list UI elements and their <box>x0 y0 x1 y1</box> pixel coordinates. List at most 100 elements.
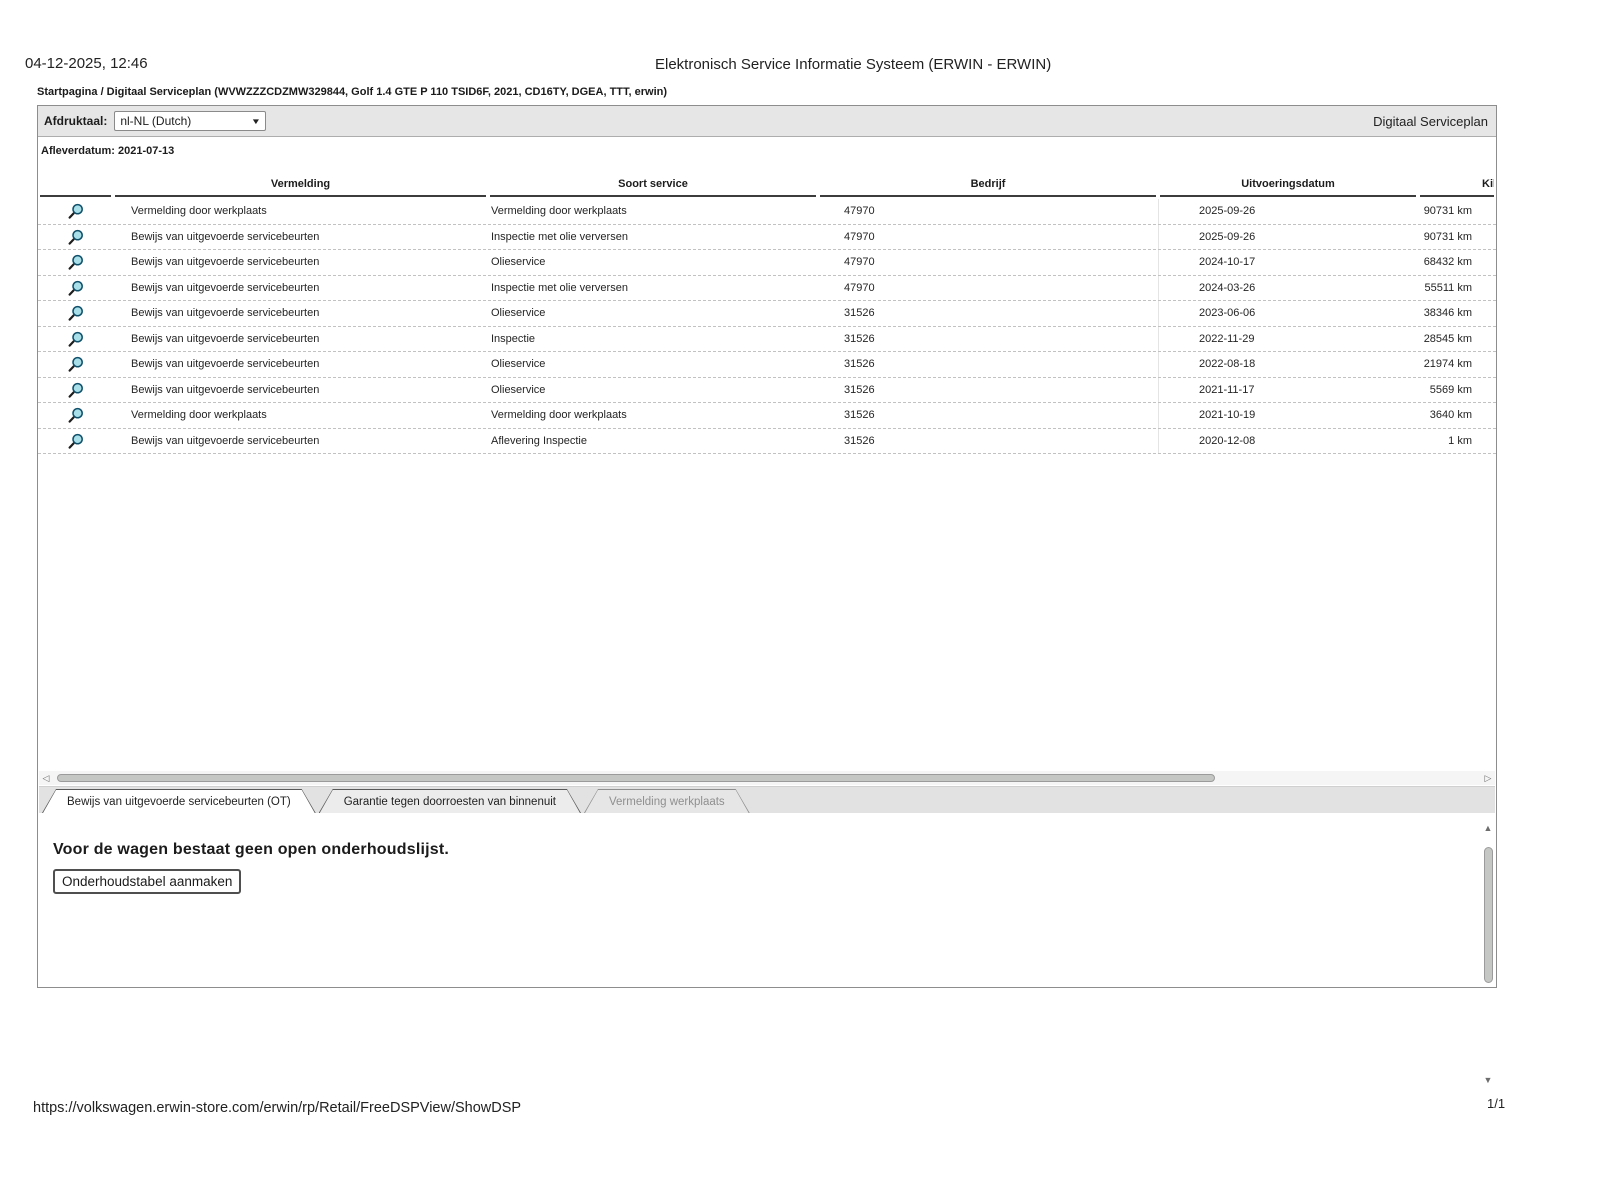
cell-soort-service: Inspectie met olie verversen <box>491 230 628 243</box>
scroll-up-icon[interactable]: ▲ <box>1484 821 1493 835</box>
cell-bedrijf: 47970 <box>844 205 875 218</box>
cell-vermelding: Bewijs van uitgevoerde servicebeurten <box>131 332 320 345</box>
vertical-scrollbar[interactable]: ▲ ▼ <box>1481 821 1495 1087</box>
cell-kilometerstand: 5569 km <box>1429 383 1472 396</box>
print-datetime: 04-12-2025, 12:46 <box>25 55 148 72</box>
cell-kilometerstand: 90731 km <box>1423 230 1472 243</box>
cell-soort-service: Vermelding door werkplaats <box>491 409 627 422</box>
magnifier-icon[interactable] <box>66 380 86 400</box>
cell-uitvoeringsdatum: 2024-10-17 <box>1158 250 1418 275</box>
cell-bedrijf: 31526 <box>844 332 875 345</box>
table-row: Bewijs van uitgevoerde servicebeurten Af… <box>38 428 1496 454</box>
cell-bedrijf: 31526 <box>844 434 875 447</box>
col-header-bedrijf: Bedrijf <box>820 178 1156 197</box>
cell-uitvoeringsdatum: 2023-06-06 <box>1158 301 1418 326</box>
panel-title: Digitaal Serviceplan <box>1373 113 1488 129</box>
cell-uitvoeringsdatum: 2022-08-18 <box>1158 352 1418 377</box>
cell-vermelding: Bewijs van uitgevoerde servicebeurten <box>131 383 320 396</box>
col-header-kilometerstand: Kilo <box>1420 178 1494 197</box>
scroll-down-icon[interactable]: ▼ <box>1484 1073 1493 1087</box>
cell-kilometerstand: 68432 km <box>1423 256 1472 269</box>
table-row: Bewijs van uitgevoerde servicebeurten Ol… <box>38 250 1496 276</box>
cell-uitvoeringsdatum: 2020-12-08 <box>1158 428 1418 453</box>
cell-soort-service: Inspectie met olie verversen <box>491 281 628 294</box>
table-row: Bewijs van uitgevoerde servicebeurten In… <box>38 326 1496 352</box>
cell-vermelding: Bewijs van uitgevoerde servicebeurten <box>131 434 320 447</box>
tab-label: Vermelding werkplaats <box>585 790 749 813</box>
service-table-body: Vermelding door werkplaats Vermelding do… <box>38 199 1496 454</box>
magnifier-icon[interactable] <box>66 354 86 374</box>
table-row: Bewijs van uitgevoerde servicebeurten Ol… <box>38 377 1496 403</box>
cell-uitvoeringsdatum: 2022-11-29 <box>1158 326 1418 351</box>
table-row: Bewijs van uitgevoerde servicebeurten In… <box>38 224 1496 250</box>
table-row: Vermelding door werkplaats Vermelding do… <box>38 199 1496 225</box>
tab-bewijs-van-uitgevoerde-servicebeurten-ot[interactable]: Bewijs van uitgevoerde servicebeurten (O… <box>42 789 316 813</box>
cell-bedrijf: 47970 <box>844 281 875 294</box>
cell-soort-service: Olieservice <box>491 383 546 396</box>
cell-bedrijf: 47970 <box>844 230 875 243</box>
cell-vermelding: Bewijs van uitgevoerde servicebeurten <box>131 256 320 269</box>
magnifier-icon[interactable] <box>66 431 86 451</box>
serviceplan-frame: Afdruktaal: nl-NL (Dutch) ▼ Digitaal Ser… <box>37 105 1497 1085</box>
cell-soort-service: Inspectie <box>491 332 536 345</box>
scroll-right-icon[interactable]: ▷ <box>1481 771 1495 785</box>
col-header-vermelding: Vermelding <box>115 178 486 197</box>
cell-kilometerstand: 90731 km <box>1423 205 1472 218</box>
magnifier-icon[interactable] <box>66 329 86 349</box>
tab-vermelding-werkplaats[interactable]: Vermelding werkplaats <box>584 789 750 813</box>
cell-kilometerstand: 1 km <box>1448 434 1472 447</box>
cell-uitvoeringsdatum: 2024-03-26 <box>1158 275 1418 300</box>
col-header-icon <box>40 190 111 197</box>
no-open-maintenance-message: Voor de wagen bestaat geen open onderhou… <box>53 841 450 858</box>
magnifier-icon[interactable] <box>66 201 86 221</box>
page-number: 1/1 <box>1487 1096 1506 1111</box>
open-maintenance-panel: Voor de wagen bestaat geen open onderhou… <box>39 813 1495 986</box>
tab-label: Bewijs van uitgevoerde servicebeurten (O… <box>43 790 315 813</box>
delivery-date: Afleverdatum: 2021-07-13 <box>41 145 175 157</box>
cell-vermelding: Bewijs van uitgevoerde servicebeurten <box>131 307 320 320</box>
magnifier-icon[interactable] <box>66 252 86 272</box>
cell-uitvoeringsdatum: 2025-09-26 <box>1158 224 1418 249</box>
page-title: Elektronisch Service Informatie Systeem … <box>655 56 1052 73</box>
vertical-scrollbar-thumb[interactable] <box>1483 847 1493 983</box>
cell-bedrijf: 31526 <box>844 358 875 371</box>
cell-soort-service: Vermelding door werkplaats <box>491 205 627 218</box>
chevron-down-icon: ▼ <box>251 116 262 126</box>
cell-vermelding: Bewijs van uitgevoerde servicebeurten <box>131 230 320 243</box>
table-row: Bewijs van uitgevoerde servicebeurten Ol… <box>38 301 1496 327</box>
cell-kilometerstand: 55511 km <box>1424 281 1473 294</box>
tab-strip: Bewijs van uitgevoerde servicebeurten (O… <box>39 786 1495 813</box>
magnifier-icon[interactable] <box>66 227 86 247</box>
cell-soort-service: Olieservice <box>491 358 546 371</box>
cell-bedrijf: 31526 <box>844 409 875 422</box>
col-header-soort-service: Soort service <box>490 178 816 197</box>
cell-vermelding: Vermelding door werkplaats <box>131 409 267 422</box>
cell-kilometerstand: 21974 km <box>1423 358 1472 371</box>
create-maintenance-table-button[interactable]: Onderhoudstabel aanmaken <box>53 869 242 894</box>
print-language-label: Afdruktaal: <box>44 114 108 128</box>
tab-garantie-tegen-doorroesten-van-binnenuit[interactable]: Garantie tegen doorroesten van binnenuit <box>319 789 581 813</box>
cell-bedrijf: 47970 <box>844 256 875 269</box>
cell-vermelding: Vermelding door werkplaats <box>131 205 267 218</box>
magnifier-icon[interactable] <box>66 303 86 323</box>
cell-kilometerstand: 3640 km <box>1429 409 1472 422</box>
horizontal-scrollbar-thumb[interactable] <box>57 774 1215 782</box>
cell-kilometerstand: 38346 km <box>1423 307 1472 320</box>
scroll-left-icon[interactable]: ◁ <box>39 771 53 785</box>
print-language-select[interactable]: nl-NL (Dutch) ▼ <box>114 111 267 131</box>
magnifier-icon[interactable] <box>66 405 86 425</box>
cell-soort-service: Olieservice <box>491 256 546 269</box>
cell-soort-service: Olieservice <box>491 307 546 320</box>
col-header-uitvoeringsdatum: Uitvoeringsdatum <box>1160 178 1416 197</box>
horizontal-scrollbar[interactable]: ◁ ▷ <box>39 771 1495 785</box>
cell-vermelding: Bewijs van uitgevoerde servicebeurten <box>131 358 320 371</box>
cell-uitvoeringsdatum: 2025-09-26 <box>1158 199 1418 224</box>
table-row: Bewijs van uitgevoerde servicebeurten Ol… <box>38 352 1496 378</box>
cell-uitvoeringsdatum: 2021-10-19 <box>1158 403 1418 428</box>
cell-kilometerstand: 28545 km <box>1423 332 1472 345</box>
cell-bedrijf: 31526 <box>844 307 875 320</box>
table-row: Bewijs van uitgevoerde servicebeurten In… <box>38 275 1496 301</box>
magnifier-icon[interactable] <box>66 278 86 298</box>
breadcrumb: Startpagina / Digitaal Serviceplan (WVWZ… <box>37 86 668 98</box>
cell-vermelding: Bewijs van uitgevoerde servicebeurten <box>131 281 320 294</box>
